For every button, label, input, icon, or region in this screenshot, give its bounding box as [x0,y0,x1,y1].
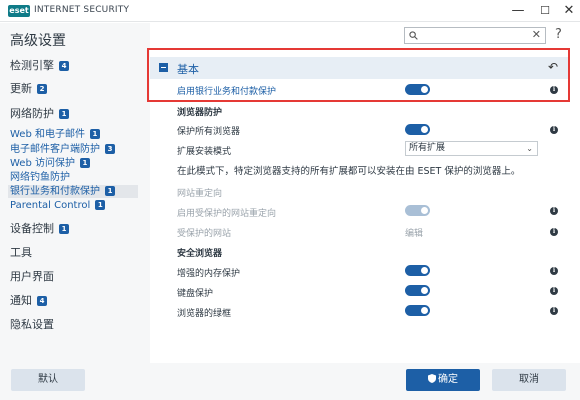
protected-sites-label: 受保护的网站 [177,229,232,239]
sidebar-subitem-anti-phishing[interactable]: 网络钓鱼防护 [10,171,70,184]
sidebar-item-tools[interactable]: 工具 [10,244,32,260]
sidebar-item-label: Web 和电子邮件 [10,129,85,140]
select-value: 所有扩展 [409,143,446,153]
sidebar-subitem-email-client[interactable]: 电子邮件客户端防护 3 [10,143,115,156]
count-badge: 4 [37,296,47,306]
sidebar-item-label: 网络钓鱼防护 [10,172,70,183]
count-badge: 1 [59,109,69,119]
sidebar-item-label: 隐私设置 [10,318,54,331]
memory-protection-toggle[interactable] [405,265,430,276]
minimize-button[interactable]: — [509,2,527,20]
clear-icon[interactable]: ✕ [532,28,541,41]
memory-protection-label: 增强的内存保护 [177,269,241,279]
sidebar-subitem-parental-control[interactable]: Parental Control 1 [10,199,106,212]
sidebar-item-label: 检测引擎 [10,59,54,72]
count-badge: 2 [37,84,47,94]
title-bar: eset INTERNET SECURITY — ☐ ✕ [0,0,580,22]
info-icon[interactable]: i [550,207,558,215]
page-title: 高级设置 [10,33,66,49]
help-icon[interactable]: ? [555,27,562,42]
sidebar-item-label: 网络防护 [10,107,54,120]
sidebar-item-network-protection[interactable]: 网络防护 1 [10,105,69,121]
keyboard-protection-toggle[interactable] [405,285,430,296]
protect-all-browsers-label: 保护所有浏览器 [177,127,241,137]
count-badge: 1 [59,224,69,234]
extension-mode-note: 在此模式下，特定浏览器支持的所有扩展都可以安装在由 ESET 保护的浏览器上。 [177,166,521,177]
protect-all-browsers-toggle[interactable] [405,124,430,135]
default-button[interactable]: 默认 [11,369,85,391]
sidebar-item-update[interactable]: 更新 2 [10,80,47,96]
close-button[interactable]: ✕ [560,2,578,20]
enable-redirect-toggle[interactable] [405,205,430,216]
extension-mode-label: 扩展安装模式 [177,147,232,157]
count-badge: 4 [59,61,69,71]
group-heading-browser-protection: 浏览器防护 [177,108,223,118]
group-heading-secure-browser: 安全浏览器 [177,249,223,259]
info-icon[interactable]: i [550,228,558,236]
info-icon[interactable]: i [550,267,558,275]
app-title: INTERNET SECURITY [34,5,130,15]
info-icon[interactable]: i [550,126,558,134]
ok-button-label: 确定 [438,374,458,385]
sidebar-item-notifications[interactable]: 通知 4 [10,292,47,308]
sidebar-item-label: 更新 [10,82,32,95]
count-badge: 1 [79,158,90,168]
sidebar-item-detection-engine[interactable]: 检测引擎 4 [10,57,69,73]
eset-logo: eset [8,5,30,17]
ok-button[interactable]: 确定 [406,369,480,391]
sidebar-subitem-banking-protection[interactable]: 银行业务和付款保护 1 [8,185,138,198]
count-badge: 1 [89,129,100,139]
sidebar-item-label: 银行业务和付款保护 [10,186,100,197]
keyboard-protection-label: 键盘保护 [177,289,214,299]
sidebar-item-device-control[interactable]: 设备控制 1 [10,220,69,236]
sidebar-item-label: 用户界面 [10,270,54,283]
count-badge: 1 [95,200,106,210]
sidebar-item-label: 设备控制 [10,222,54,235]
browser-frame-toggle[interactable] [405,305,430,316]
chevron-down-icon: ⌄ [526,144,533,153]
sidebar-subitem-web-email[interactable]: Web 和电子邮件 1 [10,128,100,141]
count-badge: 3 [105,144,115,154]
info-icon[interactable]: i [550,287,558,295]
enable-redirect-label: 启用受保护的网站重定向 [177,209,277,219]
sidebar-item-label: 电子邮件客户端防护 [10,144,100,155]
highlight-box [147,48,570,102]
sidebar-item-privacy[interactable]: 隐私设置 [10,316,54,332]
sidebar-item-label: 通知 [10,294,32,307]
sidebar-subitem-web-access[interactable]: Web 访问保护 1 [10,157,90,170]
search-icon [409,31,418,40]
sidebar-item-label: 工具 [10,246,32,259]
edit-protected-sites-link[interactable]: 编辑 [405,226,423,239]
sidebar-item-label: Parental Control [10,200,91,211]
cancel-button[interactable]: 取消 [492,369,566,391]
extension-mode-select[interactable]: 所有扩展 ⌄ [405,141,538,156]
shield-icon [428,374,436,383]
browser-frame-label: 浏览器的绿框 [177,309,232,319]
search-box: ✕ [404,27,546,44]
sidebar-item-label: Web 访问保护 [10,158,75,169]
sidebar-item-user-interface[interactable]: 用户界面 [10,268,54,284]
count-badge: 1 [105,186,115,196]
search-input[interactable] [421,29,529,42]
info-icon[interactable]: i [550,307,558,315]
group-heading-website-redirect: 网站重定向 [177,189,223,199]
maximize-button[interactable]: ☐ [536,2,554,20]
